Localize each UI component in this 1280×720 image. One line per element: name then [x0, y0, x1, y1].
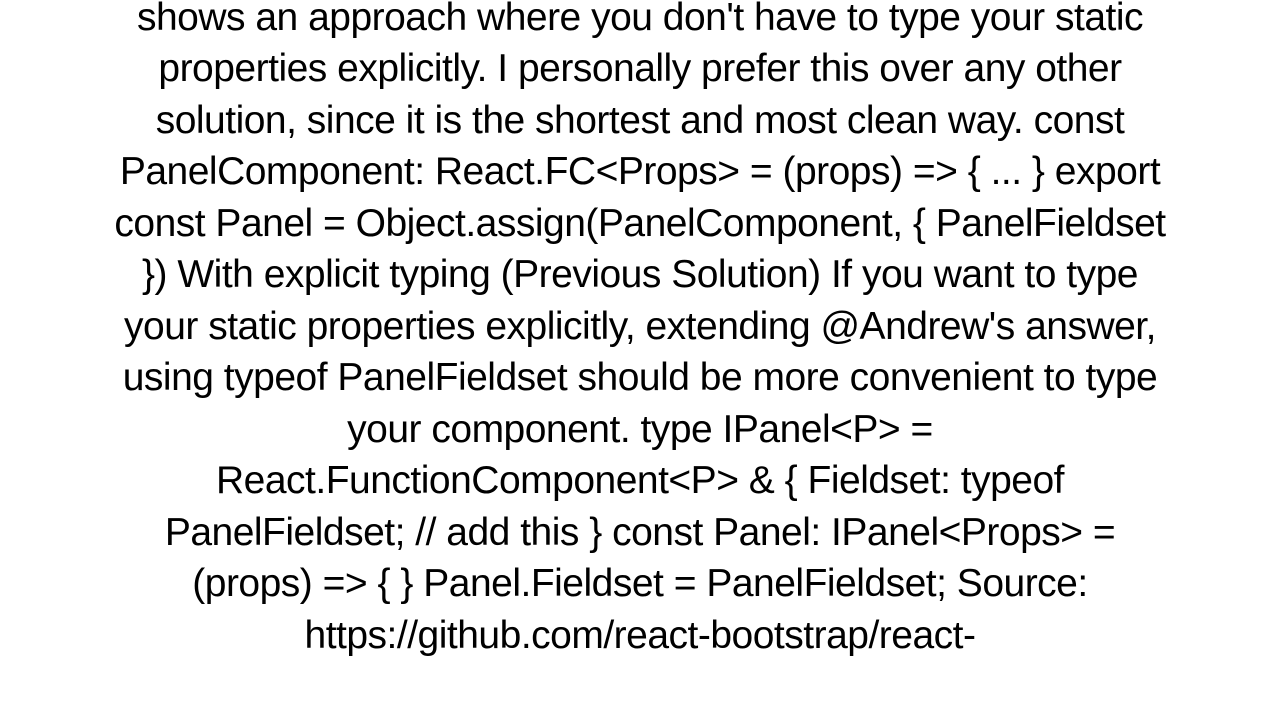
document-text: shows an approach where you don't have t… — [114, 0, 1165, 657]
document-body: shows an approach where you don't have t… — [90, 0, 1190, 661]
